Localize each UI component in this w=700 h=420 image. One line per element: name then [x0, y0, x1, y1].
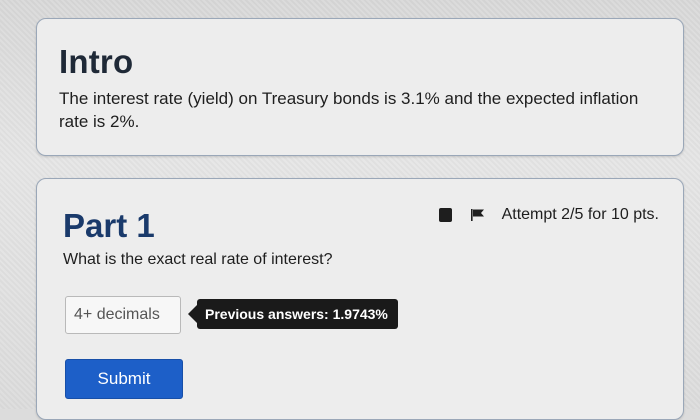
- part-title: Part 1: [63, 207, 155, 244]
- submit-button[interactable]: Submit: [65, 359, 183, 399]
- question-text: What is the exact real rate of interest?: [63, 251, 333, 268]
- answer-input[interactable]: [65, 296, 181, 334]
- intro-text: The interest rate (yield) on Treasury bo…: [59, 89, 639, 131]
- notes-icon[interactable]: [438, 208, 452, 222]
- attempt-info: Attempt 2/5 for 10 pts.: [438, 206, 659, 224]
- part1-card: Part 1 Attempt 2/5 for 10 pts. What is t…: [36, 178, 684, 420]
- intro-title: Intro: [59, 43, 134, 80]
- flag-icon[interactable]: [470, 208, 486, 222]
- screen-background: Intro The interest rate (yield) on Treas…: [0, 0, 700, 420]
- previous-answers-tooltip: Previous answers: 1.9743%: [188, 299, 398, 329]
- attempt-label: Attempt 2/5 for 10 pts.: [501, 206, 659, 223]
- intro-card: Intro The interest rate (yield) on Treas…: [36, 18, 684, 156]
